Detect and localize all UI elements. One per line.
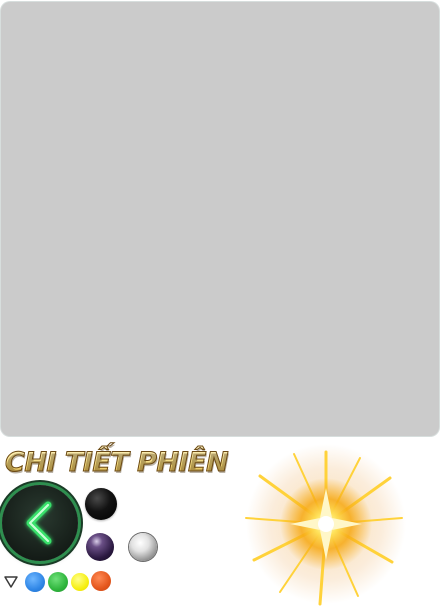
content-panel	[1, 2, 439, 436]
chevron-left-icon	[26, 501, 52, 545]
color-dot-orange[interactable]	[91, 571, 111, 591]
purple-orb[interactable]	[86, 533, 114, 561]
color-dot-blue[interactable]	[25, 572, 45, 592]
color-dot-green[interactable]	[48, 572, 68, 592]
triangle-down-icon[interactable]	[3, 574, 19, 590]
page-title: CHI TIẾT PHIÊN	[4, 447, 229, 479]
black-orb[interactable]	[85, 488, 117, 520]
golden-burst-icon	[245, 444, 406, 606]
game-screen: CHI TIẾT PHIÊN	[0, 0, 442, 609]
back-button[interactable]	[2, 485, 78, 561]
silver-orb[interactable]	[129, 533, 157, 561]
color-dot-yellow[interactable]	[71, 573, 89, 591]
